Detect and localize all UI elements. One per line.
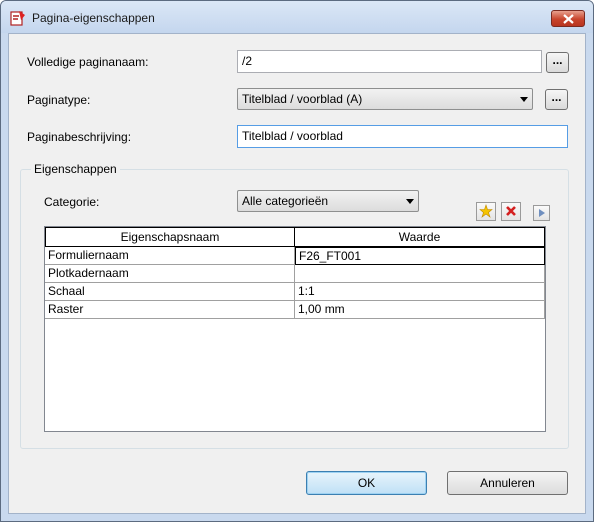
property-name-cell: Raster bbox=[45, 301, 295, 319]
property-value-cell[interactable]: 1,00 mm bbox=[295, 301, 545, 319]
full-name-browse-button[interactable]: ... bbox=[546, 52, 569, 73]
delete-icon bbox=[506, 206, 516, 216]
table-row[interactable]: Raster 1,00 mm bbox=[45, 301, 545, 319]
properties-group-label: Eigenschappen bbox=[31, 162, 120, 176]
chevron-down-icon bbox=[520, 97, 528, 102]
title-bar: Pagina-eigenschappen bbox=[1, 1, 593, 33]
full-name-label: Volledige paginanaam: bbox=[27, 55, 149, 69]
chevron-down-icon bbox=[406, 199, 414, 204]
dialog-window: Pagina-eigenschappen Volledige paginanaa… bbox=[0, 0, 594, 522]
new-star-icon bbox=[479, 204, 493, 218]
table-row[interactable]: Plotkadernaam bbox=[45, 265, 545, 283]
close-button[interactable] bbox=[551, 10, 585, 27]
properties-grid: Eigenschapsnaam Waarde Formuliernaam F26… bbox=[44, 226, 546, 432]
page-properties-icon bbox=[10, 11, 25, 26]
move-right-button[interactable] bbox=[533, 205, 550, 221]
page-type-value: Titelblad / voorblad (A) bbox=[242, 92, 363, 106]
property-name-cell: Formuliernaam bbox=[45, 247, 295, 265]
full-name-field[interactable]: /2 bbox=[237, 50, 542, 73]
table-row[interactable]: Formuliernaam F26_FT001 bbox=[45, 247, 545, 265]
window-title: Pagina-eigenschappen bbox=[32, 11, 155, 25]
page-type-label: Paginatype: bbox=[27, 93, 91, 107]
property-value-cell[interactable]: F26_FT001 bbox=[295, 247, 545, 265]
category-label: Categorie: bbox=[44, 195, 100, 209]
play-arrow-icon bbox=[539, 209, 545, 217]
new-property-button[interactable] bbox=[476, 202, 496, 221]
close-icon bbox=[563, 14, 574, 24]
description-label: Paginabeschrijving: bbox=[27, 130, 132, 144]
property-value-cell[interactable]: 1:1 bbox=[295, 283, 545, 301]
ok-button[interactable]: OK bbox=[306, 471, 427, 495]
cancel-button[interactable]: Annuleren bbox=[447, 471, 568, 495]
delete-property-button[interactable] bbox=[501, 202, 521, 221]
property-name-cell: Plotkadernaam bbox=[45, 265, 295, 283]
category-value: Alle categorieën bbox=[242, 194, 329, 208]
description-field[interactable]: Titelblad / voorblad bbox=[237, 125, 568, 148]
category-dropdown[interactable]: Alle categorieën bbox=[237, 190, 419, 212]
property-name-cell: Schaal bbox=[45, 283, 295, 301]
column-header-value[interactable]: Waarde bbox=[294, 227, 545, 247]
table-row[interactable]: Schaal 1:1 bbox=[45, 283, 545, 301]
page-type-dropdown[interactable]: Titelblad / voorblad (A) bbox=[237, 88, 533, 110]
page-type-browse-button[interactable]: ... bbox=[545, 89, 568, 110]
column-header-name[interactable]: Eigenschapsnaam bbox=[45, 227, 295, 247]
property-value-cell[interactable] bbox=[295, 265, 545, 283]
